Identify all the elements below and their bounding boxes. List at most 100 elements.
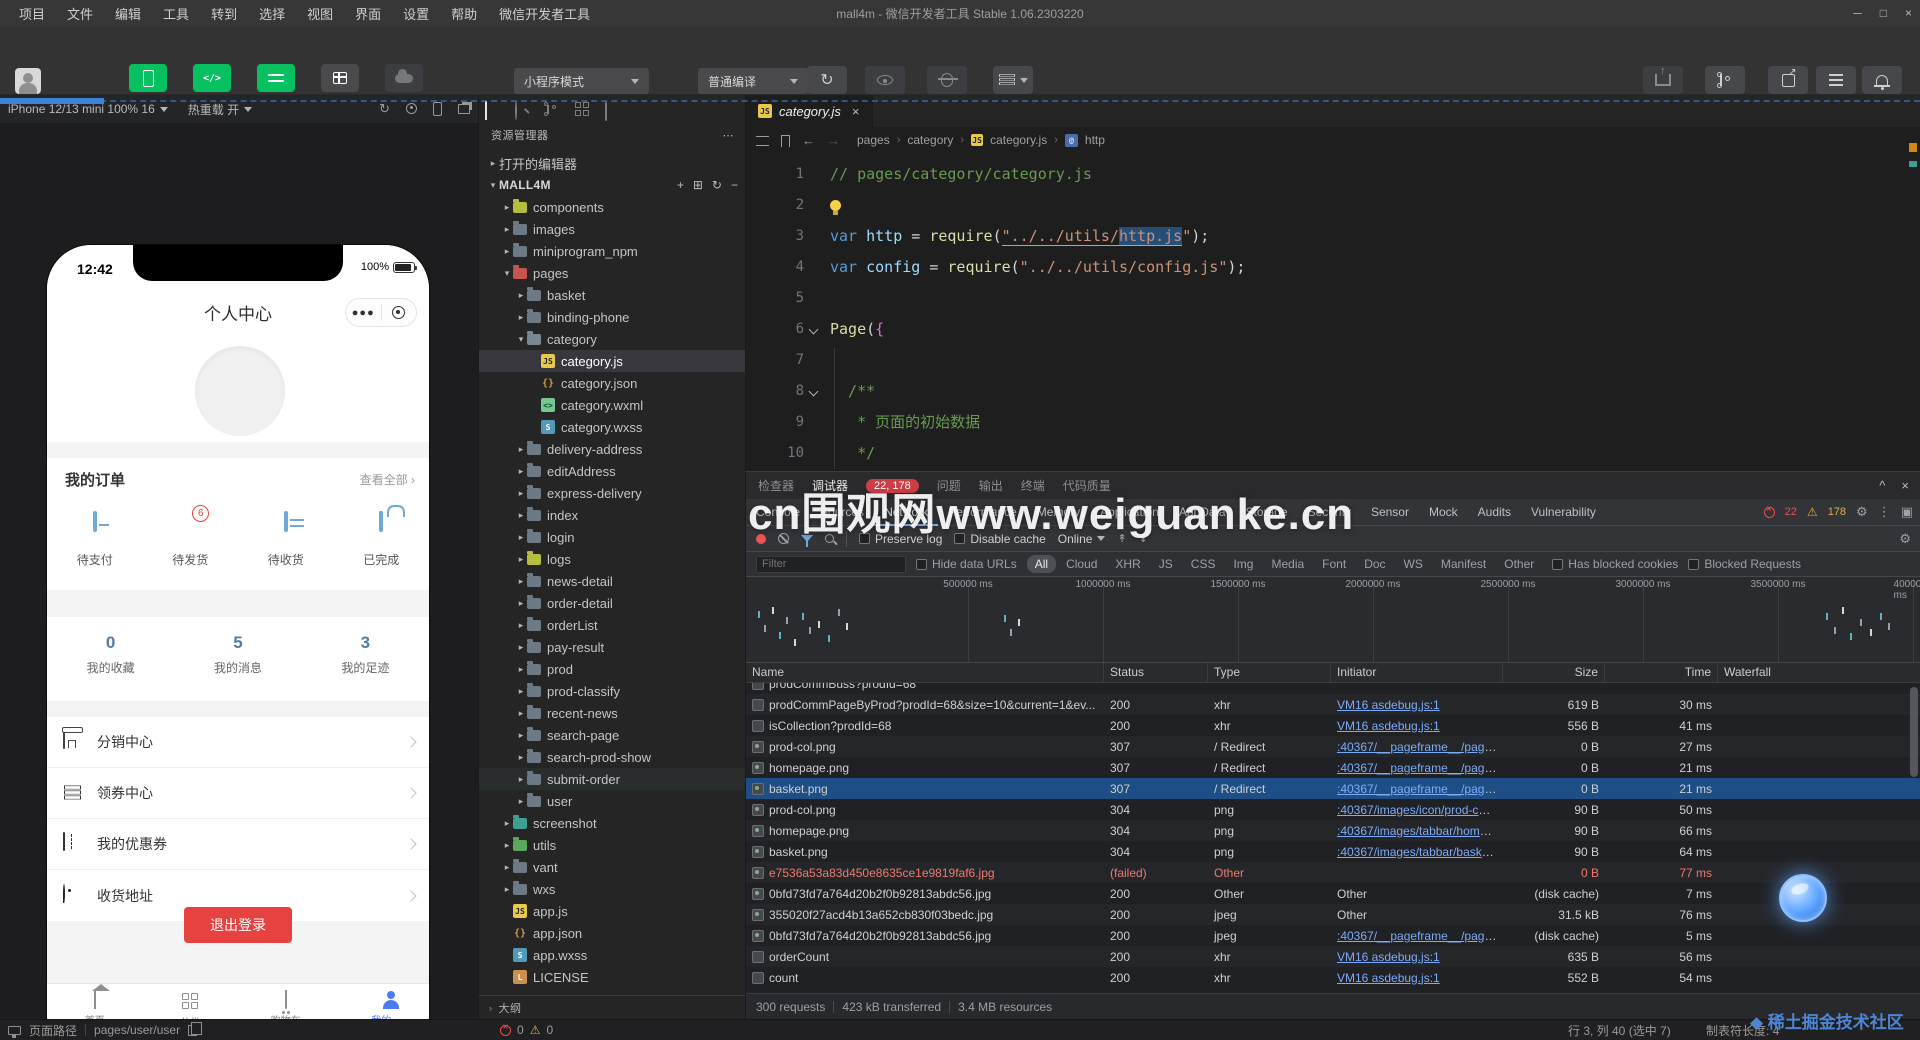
hot-reload-toggle[interactable]: 热重载 开 <box>188 101 253 118</box>
tree-item-category[interactable]: ▾ category <box>479 328 746 350</box>
table-scrollbar[interactable] <box>1910 687 1918 777</box>
devtools-tab-Vulnerability[interactable]: Vulnerability <box>1521 499 1606 526</box>
tree-row-open-editors[interactable]: ▸ 打开的编辑器 <box>479 152 746 174</box>
initiator-link[interactable]: VM16 asdebug.js:1 <box>1337 950 1440 964</box>
initiator-link[interactable]: :40367/__pageframe__/pages/... <box>1337 740 1503 754</box>
tree-item-app.wxss[interactable]: Sapp.wxss <box>479 944 746 966</box>
record-icon[interactable] <box>406 102 417 117</box>
table-row[interactable]: isCollection?prodId=68 200 xhr VM16 asdebug… <box>746 715 1920 736</box>
close-icon[interactable]: × <box>1901 478 1909 493</box>
menu-item-文件[interactable]: 文件 <box>58 1 102 26</box>
breadcrumb-item-category.js[interactable]: category.js <box>990 133 1047 147</box>
package-icon[interactable] <box>605 102 621 121</box>
filter-pill-Cloud[interactable]: Cloud <box>1058 555 1105 573</box>
breadcrumb-item-category[interactable]: category <box>907 133 953 147</box>
extensions-icon[interactable] <box>575 102 591 118</box>
multi-window-icon[interactable] <box>458 104 470 114</box>
hide-data-urls-checkbox[interactable]: Hide data URLs <box>916 557 1017 571</box>
network-overview-timeline[interactable]: 500000 ms 1000000 ms 1500000 ms 2000000 ms 2… <box>746 577 1920 663</box>
table-row[interactable]: orderCount 200 xhr VM16 asdebug.js:1 635 B 56… <box>746 946 1920 967</box>
table-row[interactable]: prodCommPageByProd?prodId=68&size=10&cur… <box>746 694 1920 715</box>
menu-item-领券中心[interactable]: 领券中心 <box>47 768 429 819</box>
table-row[interactable]: prod-col.png 304 png:40367/images/icon/pro… <box>746 799 1920 820</box>
tree-item-submit-order[interactable]: ▸ submit-order <box>479 768 746 790</box>
column-header-Size[interactable]: Size <box>1503 663 1605 682</box>
order-item-待支付[interactable]: 待支付 <box>47 511 143 568</box>
floating-assistant-ball[interactable] <box>1779 874 1827 922</box>
tree-item-order-detail[interactable]: ▸ order-detail <box>479 592 746 614</box>
initiator-link[interactable]: VM16 asdebug.js:1 <box>1337 719 1440 733</box>
filter-pill-Img[interactable]: Img <box>1225 555 1261 573</box>
tree-item-category.js[interactable]: JS category.js <box>479 350 746 372</box>
tree-item-editAddress[interactable]: ▸ editAddress <box>479 460 746 482</box>
tree-item-vant[interactable]: ▸ vant <box>479 856 746 878</box>
tree-item-utils[interactable]: ▸ utils <box>479 834 746 856</box>
filter-pill-CSS[interactable]: CSS <box>1183 555 1224 573</box>
menu-item-编辑[interactable]: 编辑 <box>106 1 150 26</box>
close-icon[interactable]: × <box>1905 6 1912 20</box>
search-icon[interactable] <box>515 101 531 120</box>
filter-pill-Other[interactable]: Other <box>1496 555 1542 573</box>
tree-item-search-prod-show[interactable]: ▸ search-prod-show <box>479 746 746 768</box>
refresh-icon[interactable]: ↻ <box>379 101 390 117</box>
collapse-icon[interactable]: − <box>731 178 738 192</box>
table-row[interactable]: prod-col.png 307/ Redirect:40367/__pagefr… <box>746 736 1920 757</box>
view-all-orders-link[interactable]: 查看全部 › <box>360 471 415 488</box>
outline-section[interactable]: › 大纲 <box>479 995 746 1019</box>
maximize-icon[interactable]: □ <box>1880 6 1887 20</box>
new-folder-icon[interactable]: ⊞ <box>693 178 703 192</box>
tree-item-category.json[interactable]: {} category.json <box>479 372 746 394</box>
tree-item-miniprogram_npm[interactable]: ▸ miniprogram_npm <box>479 240 746 262</box>
outline-list-icon[interactable] <box>756 135 769 146</box>
initiator-link[interactable]: :40367/images/tabbar/homep... <box>1337 824 1503 838</box>
initiator-link[interactable]: :40367/__pageframe__/pages/... <box>1337 782 1503 796</box>
filter-input[interactable] <box>756 555 906 573</box>
table-row[interactable]: 355020f27acd4b13a652cb830f03bedc.jpg 200 j… <box>746 904 1920 925</box>
tree-item-prod[interactable]: ▸ prod <box>479 658 746 680</box>
initiator-link[interactable]: :40367/images/tabbar/basket... <box>1337 845 1502 859</box>
compile-mode-select[interactable]: 普通编译 <box>698 68 808 94</box>
lightbulb-icon[interactable] <box>830 200 841 215</box>
column-header-Name[interactable]: Name <box>746 663 1104 682</box>
table-row[interactable]: prodCommBuss?prodId=68 <box>746 683 1920 694</box>
chevron-up-icon[interactable]: ^ <box>1879 478 1885 493</box>
initiator-link[interactable]: :40367/__pageframe__/pages/... <box>1337 761 1503 775</box>
filter-pill-Manifest[interactable]: Manifest <box>1433 555 1494 573</box>
initiator-link[interactable]: VM16 asdebug.js:1 <box>1337 698 1440 712</box>
table-row[interactable]: homepage.png 304 png:40367/images/tabbar/h… <box>746 820 1920 841</box>
menu-item-分销中心[interactable]: 分销中心 <box>47 717 429 768</box>
order-item-待发货[interactable]: 6 待发货 <box>143 505 239 568</box>
gear-icon[interactable]: ⚙ <box>1856 504 1868 520</box>
devtools-tab-Audits[interactable]: Audits <box>1468 499 1521 526</box>
devtools-tab-Sensor[interactable]: Sensor <box>1361 499 1419 526</box>
tree-item-LICENSE[interactable]: L LICENSE <box>479 966 746 988</box>
table-row[interactable]: 0bfd73fd7a764d20b2f0b92813abdc56.jpg 200 j… <box>746 925 1920 946</box>
tree-item-logs[interactable]: ▸ logs <box>479 548 746 570</box>
blocked-cookies-checkbox[interactable]: Has blocked cookies <box>1552 557 1678 571</box>
tree-item-express-delivery[interactable]: ▸ express-delivery <box>479 482 746 504</box>
logout-button[interactable]: 退出登录 <box>184 907 292 943</box>
cursor-position[interactable]: 行 3, 列 40 (选中 7) <box>1568 1022 1671 1039</box>
column-header-Time[interactable]: Time <box>1605 663 1718 682</box>
tree-item-components[interactable]: ▸ components <box>479 196 746 218</box>
rotate-phone-icon[interactable] <box>433 102 442 116</box>
table-row[interactable]: basket.png 307/ Redirect:40367/__pagefram… <box>746 778 1920 799</box>
tree-item-index[interactable]: ▸ index <box>479 504 746 526</box>
avatar[interactable] <box>15 68 41 94</box>
table-row[interactable]: e7536a53a83d450e8635ce1e9819faf6.jpg (fai… <box>746 862 1920 883</box>
column-header-Type[interactable]: Type <box>1208 663 1331 682</box>
menu-item-转到[interactable]: 转到 <box>202 1 246 26</box>
user-avatar[interactable] <box>195 346 285 436</box>
initiator-link[interactable]: :40367/images/icon/prod-col... <box>1337 803 1498 817</box>
table-row[interactable]: basket.png 304 png:40367/images/tabbar/bas… <box>746 841 1920 862</box>
refresh-icon[interactable]: ↻ <box>712 178 722 192</box>
mode-select[interactable]: 小程序模式 <box>514 68 649 94</box>
table-row[interactable]: 0bfd73fd7a764d20b2f0b92813abdc56.jpg 200 O… <box>746 883 1920 904</box>
close-icon[interactable]: × <box>852 104 860 119</box>
filter-pill-All[interactable]: All <box>1026 555 1057 573</box>
initiator-link[interactable]: :40367/__pageframe__/pages/... <box>1337 929 1503 943</box>
tree-row-root[interactable]: ▾ MALL4M + ⊞ ↻ − <box>479 174 746 196</box>
tree-item-news-detail[interactable]: ▸ news-detail <box>479 570 746 592</box>
tree-item-basket[interactable]: ▸ basket <box>479 284 746 306</box>
filter-pill-WS[interactable]: WS <box>1396 555 1431 573</box>
